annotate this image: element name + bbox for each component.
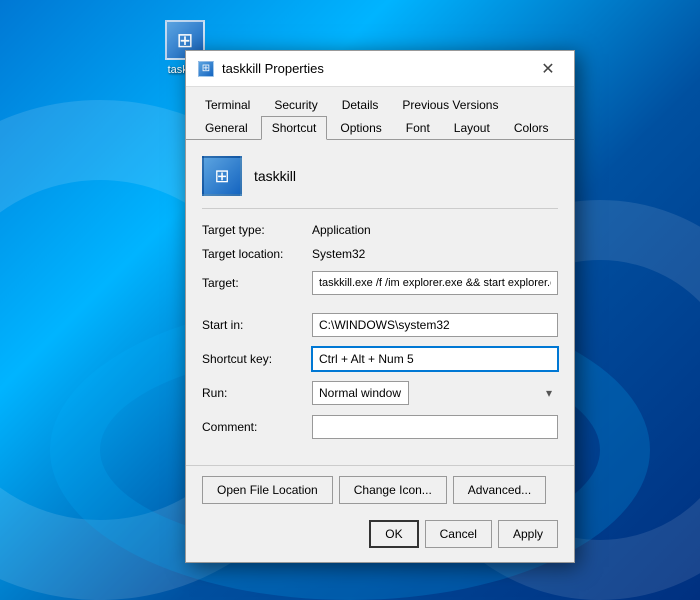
tab-layout[interactable]: Layout [443,116,501,139]
target-label: Target: [202,276,312,290]
comment-label: Comment: [202,420,312,434]
run-select-wrapper: Normal window Minimized Maximized [312,381,558,405]
target-type-label: Target type: [202,223,312,237]
tab-details[interactable]: Details [331,93,390,116]
target-location-row: Target location: System32 [202,247,558,261]
dialog-title-text: taskkill Properties [222,61,324,76]
target-type-row: Target type: Application [202,223,558,237]
properties-dialog: ⊞ taskkill Properties ✕ Terminal Securit… [185,50,575,563]
tabs-row-1: Terminal Security Details Previous Versi… [194,93,566,116]
change-icon-button[interactable]: Change Icon... [339,476,447,504]
target-location-value: System32 [312,247,365,261]
app-name-label: taskkill [254,168,296,184]
tabs-container: Terminal Security Details Previous Versi… [186,87,574,140]
title-bar: ⊞ taskkill Properties ✕ [186,51,574,87]
desktop-icon-symbol: ⊞ [177,28,194,53]
target-input[interactable] [312,271,558,295]
app-icon: ⊞ [202,156,242,196]
shortcut-key-input[interactable] [312,347,558,371]
ok-button[interactable]: OK [369,520,418,548]
start-in-input[interactable] [312,313,558,337]
tab-colors[interactable]: Colors [503,116,560,139]
run-label: Run: [202,386,312,400]
dialog-title-icon: ⊞ [198,61,214,77]
shortcut-key-row: Shortcut key: [202,347,558,371]
tab-security[interactable]: Security [263,93,328,116]
dialog-content: ⊞ taskkill Target type: Application Targ… [186,140,574,465]
tab-previous-versions[interactable]: Previous Versions [391,93,509,116]
app-header: ⊞ taskkill [202,156,558,209]
run-row: Run: Normal window Minimized Maximized [202,381,558,405]
target-row: Target: [202,271,558,295]
tab-font[interactable]: Font [395,116,441,139]
buttons-left: Open File Location Change Icon... Advanc… [202,476,546,504]
spacer-1 [202,305,558,313]
apply-button[interactable]: Apply [498,520,558,548]
desktop: ⊞ taskk... ⊞ taskkill Properties ✕ Termi… [0,0,700,600]
cancel-button[interactable]: Cancel [425,520,492,548]
advanced-button[interactable]: Advanced... [453,476,546,504]
app-icon-symbol: ⊞ [214,166,229,187]
shortcut-key-label: Shortcut key: [202,352,312,366]
title-bar-left: ⊞ taskkill Properties [198,61,324,77]
ok-cancel-apply-row: OK Cancel Apply [186,514,574,562]
target-location-label: Target location: [202,247,312,261]
tab-options[interactable]: Options [329,116,392,139]
comment-input[interactable] [312,415,558,439]
start-in-row: Start in: [202,313,558,337]
open-file-location-button[interactable]: Open File Location [202,476,333,504]
tabs-row-2: General Shortcut Options Font Layout Col… [194,116,566,139]
start-in-label: Start in: [202,318,312,332]
target-type-value: Application [312,223,371,237]
title-icon-symbol: ⊞ [202,63,210,74]
buttons-area: Open File Location Change Icon... Advanc… [186,465,574,514]
tab-general[interactable]: General [194,116,259,139]
tab-shortcut[interactable]: Shortcut [261,116,328,140]
close-button[interactable]: ✕ [534,55,562,83]
tab-terminal[interactable]: Terminal [194,93,261,116]
comment-row: Comment: [202,415,558,439]
run-select[interactable]: Normal window Minimized Maximized [312,381,409,405]
